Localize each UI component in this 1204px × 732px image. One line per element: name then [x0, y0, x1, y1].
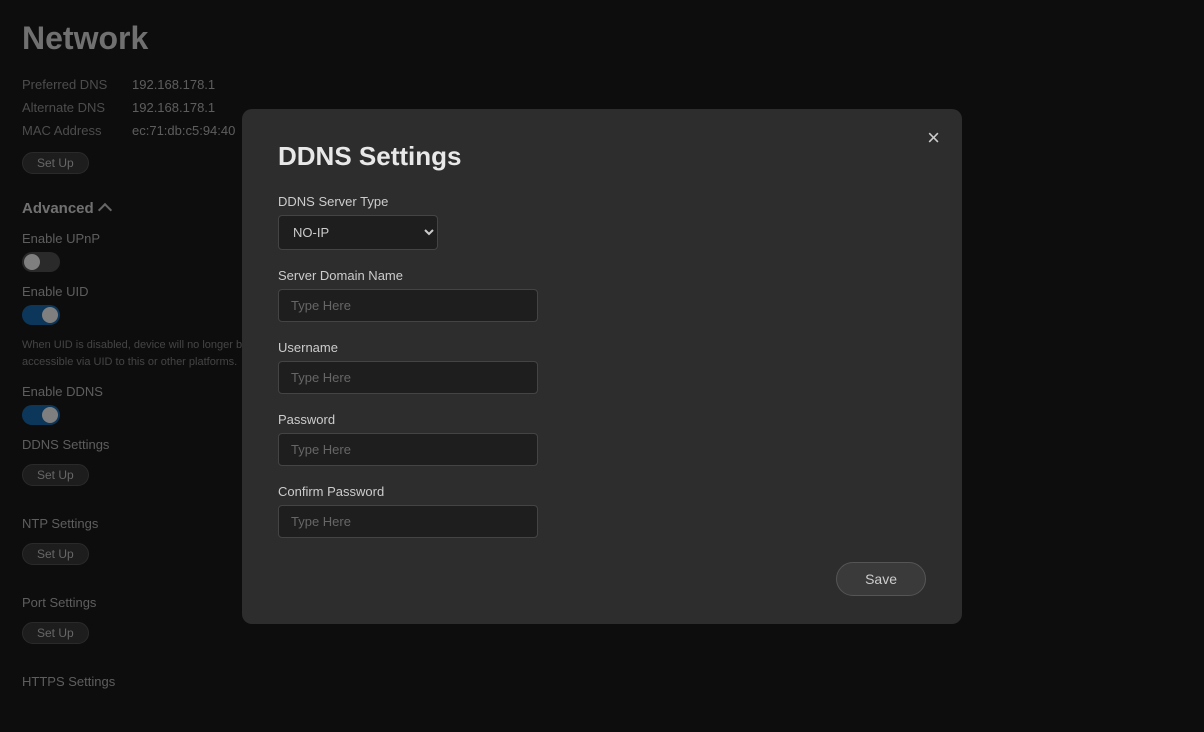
username-group: Username: [278, 340, 926, 394]
server-type-label: DDNS Server Type: [278, 194, 926, 209]
save-button[interactable]: Save: [836, 562, 926, 596]
close-button[interactable]: ×: [927, 127, 940, 149]
password-label: Password: [278, 412, 926, 427]
password-group: Password: [278, 412, 926, 466]
password-input[interactable]: [278, 433, 538, 466]
domain-group: Server Domain Name: [278, 268, 926, 322]
domain-label: Server Domain Name: [278, 268, 926, 283]
username-input[interactable]: [278, 361, 538, 394]
modal-footer: Save: [278, 562, 926, 596]
domain-input[interactable]: [278, 289, 538, 322]
username-label: Username: [278, 340, 926, 355]
modal-overlay: DDNS Settings × DDNS Server Type NO-IP D…: [0, 0, 1204, 732]
server-type-group: DDNS Server Type NO-IP DynDNS Custom: [278, 194, 926, 250]
confirm-password-input[interactable]: [278, 505, 538, 538]
modal-title: DDNS Settings: [278, 141, 926, 172]
confirm-password-group: Confirm Password: [278, 484, 926, 538]
ddns-modal: DDNS Settings × DDNS Server Type NO-IP D…: [242, 109, 962, 624]
confirm-password-label: Confirm Password: [278, 484, 926, 499]
server-type-select[interactable]: NO-IP DynDNS Custom: [278, 215, 438, 250]
